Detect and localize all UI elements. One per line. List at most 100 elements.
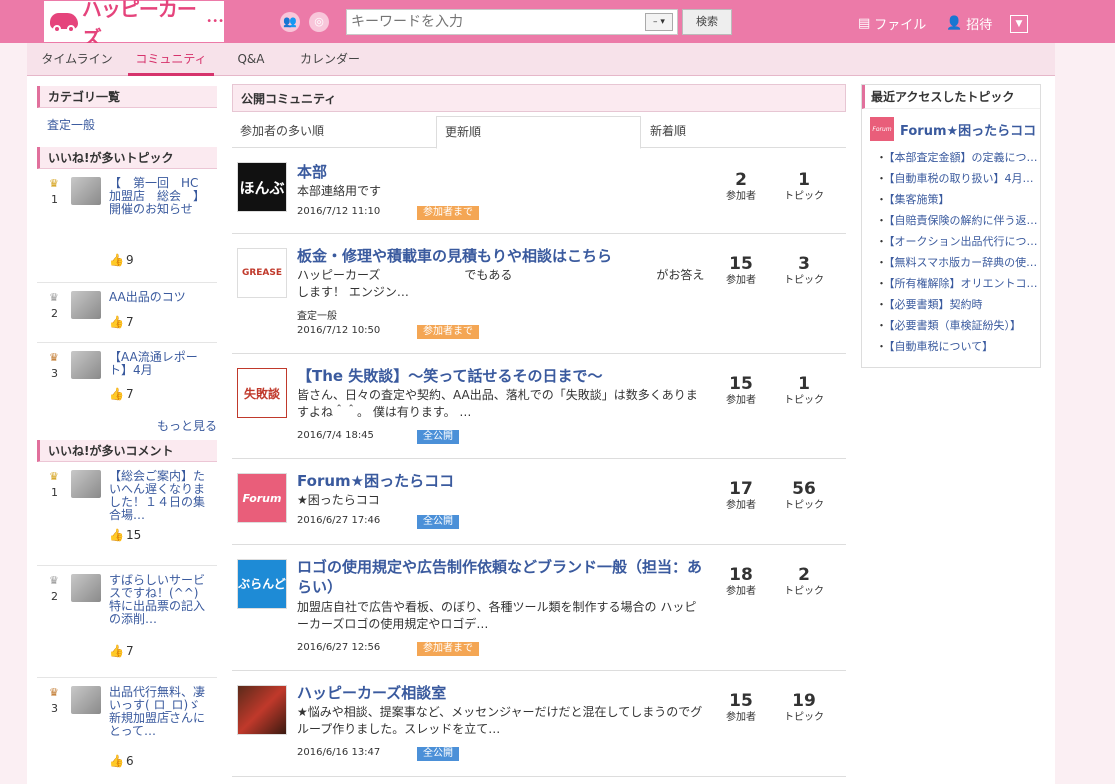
search-box: – ▾: [346, 9, 678, 35]
visibility-badge: 参加者まで: [417, 206, 479, 220]
recent-topic-link[interactable]: ・【オークション出品代行について】: [862, 231, 1040, 252]
search-scope-select[interactable]: – ▾: [645, 13, 673, 31]
file-label: ファイル: [874, 18, 927, 33]
community-desc: ハッピーカーズ でもある がお答えします！ エンジン…: [297, 268, 705, 299]
left-sidebar: カテゴリ一覧 査定一般 いいね!が多いトピック ♛ 1 【 第一回 HC加盟店 …: [37, 86, 217, 784]
top-comment-item[interactable]: ♛ 1 【総会ご案内】たいへん遅くなりました！１４日の集合場… 👍 15: [37, 462, 217, 566]
comment-title[interactable]: すばらしいサービスですね！(^^) 特に出品票の記入の添削…: [109, 574, 209, 626]
invite-link[interactable]: 👤 招待: [946, 14, 992, 33]
community-name[interactable]: ロゴの使用規定や広告制作依頼などブランド一般（担当：あらい）: [297, 557, 707, 597]
sort-tab-updated[interactable]: 更新順: [436, 116, 641, 149]
community-list-panel: 公開コミュニティ 参加者の多い順 更新順 新着順 ほんぶ 本部 本部連絡用です …: [232, 84, 846, 777]
logo-dots-icon: •••: [206, 16, 224, 27]
community-row[interactable]: ぶらんど ロゴの使用規定や広告制作依頼などブランド一般（担当：あらい） 加盟店自…: [232, 545, 846, 671]
file-icon: ▤: [858, 16, 871, 31]
like-count: 👍 9: [109, 253, 134, 267]
community-row[interactable]: ハッピーカーズ相談室 ★悩みや相談、提案事など、メッセンジャーだけだと混在してし…: [232, 671, 846, 777]
like-count: 👍 15: [109, 528, 142, 542]
member-count: 2 参加者: [726, 170, 756, 202]
globe-icon[interactable]: ◎: [309, 12, 329, 32]
avatar: [71, 177, 101, 205]
visibility-badge: 全公開: [417, 515, 459, 529]
gold-crown-icon: ♛: [49, 470, 59, 483]
comment-title[interactable]: 【総会ご案内】たいへん遅くなりました！１４日の集合場…: [109, 470, 209, 522]
community-thumbnail: ほんぶ: [237, 162, 287, 212]
silver-crown-icon: ♛: [49, 291, 59, 304]
top-topic-item[interactable]: ♛ 1 【 第一回 HC加盟店 総会 】 開催のお知らせ 👍 9: [37, 169, 217, 283]
community-name[interactable]: ハッピーカーズ相談室: [297, 683, 707, 703]
community-date: 2016/7/12 11:10: [297, 206, 381, 217]
visibility-badge: 参加者まで: [417, 642, 479, 656]
community-date: 2016/6/27 12:56: [297, 642, 381, 653]
topic-title[interactable]: 【AA流通レポート】4月: [109, 351, 209, 377]
community-row[interactable]: Forum Forum★困ったらココ ★困ったらココ 2016/6/27 17:…: [232, 459, 846, 545]
topic-title[interactable]: AA出品のコツ: [109, 291, 209, 304]
topic-count: 56 トピック: [784, 479, 824, 511]
community-desc: 加盟店自社で広告や看板、のぼり、各種ツール類を制作する場合の ハッピーカーズロゴ…: [297, 600, 697, 631]
recent-topic-link[interactable]: ・【自動車税の取り扱い】4月以降: [862, 168, 1040, 189]
community-heading: 公開コミュニティ: [232, 84, 846, 112]
recent-topic-link[interactable]: ・【必要書類（車検証紛失）】: [862, 315, 1040, 336]
top-comment-item[interactable]: ♛ 3 出品代行無料、凄いっす( ロ_ロ)ゞ 新規加盟店さんにとって… 👍 6: [37, 678, 217, 784]
community-date: 2016/6/16 13:47: [297, 747, 381, 758]
community-row[interactable]: 失敗談 【The 失敗談】～笑って話せるその日まで～ 皆さん、日々の査定や契約、…: [232, 354, 846, 459]
recent-topic-link[interactable]: ・【所有権解除】オリエントコーポ: [862, 273, 1040, 294]
people-icon[interactable]: 👥: [280, 12, 300, 32]
community-row[interactable]: GREASE 板金・修理や積載車の見積もりや相談はこちら ハッピーカーズ でもあ…: [232, 234, 846, 354]
sort-tab-newest[interactable]: 新着順: [642, 116, 694, 148]
community-desc: 皆さん、日々の査定や契約、AA出品、落札での「失敗談」は数多くありますよね＾＾。…: [297, 388, 698, 419]
search-button[interactable]: 検索: [682, 9, 732, 35]
member-count: 15 参加者: [726, 254, 756, 286]
recent-topic-link[interactable]: ・【無料スマホ版カー辞典の使い方】: [862, 252, 1040, 273]
top-topic-item[interactable]: ♛ 2 AA出品のコツ 👍 7: [37, 283, 217, 343]
search-input[interactable]: [347, 10, 637, 34]
like-count: 👍 7: [109, 315, 134, 329]
recent-community-link[interactable]: Forum Forum★困ったらココ: [870, 117, 1040, 141]
logo[interactable]: ハッピーカーズ •••: [44, 0, 224, 50]
community-name[interactable]: 【The 失敗談】～笑って話せるその日まで～: [297, 366, 707, 386]
tab-community[interactable]: コミュニティ: [128, 43, 214, 76]
rank-number: 2: [51, 307, 58, 320]
file-link[interactable]: ▤ ファイル: [858, 14, 926, 33]
rank-number: 2: [51, 590, 58, 603]
category-item[interactable]: 査定一般: [37, 108, 217, 147]
topic-count: 2 トピック: [784, 565, 824, 597]
recent-topic-link[interactable]: ・【自賠責保険の解約に伴う返戻金】: [862, 210, 1040, 231]
recent-community-name[interactable]: Forum★困ったらココ: [900, 120, 1036, 139]
community-thumbnail: 失敗談: [237, 368, 287, 418]
comment-title[interactable]: 出品代行無料、凄いっす( ロ_ロ)ゞ 新規加盟店さんにとって…: [109, 686, 209, 738]
rank-number: 3: [51, 367, 58, 380]
member-count: 15 参加者: [726, 374, 756, 406]
tab-timeline[interactable]: タイムライン: [35, 43, 119, 76]
community-desc: ★困ったらココ: [297, 493, 380, 507]
topic-title[interactable]: 【 第一回 HC加盟店 総会 】 開催のお知らせ: [109, 177, 211, 216]
tab-qa[interactable]: Q&A: [234, 43, 268, 76]
more-link[interactable]: もっと見る: [37, 409, 217, 440]
community-category: 査定一般: [297, 311, 337, 322]
rank-number: 3: [51, 702, 58, 715]
visibility-badge: 全公開: [417, 747, 459, 761]
topic-count: 3 トピック: [784, 254, 824, 286]
like-count: 👍 6: [109, 754, 134, 768]
community-name[interactable]: 板金・修理や積載車の見積もりや相談はこちら: [297, 246, 707, 266]
top-header: ハッピーカーズ ••• 👥 ◎ – ▾ 検索 ▤ ファイル 👤 招待 ▼: [0, 0, 1115, 50]
recent-topic-link[interactable]: ・【本部査定金額】の定義について: [862, 147, 1040, 168]
community-desc: 本部連絡用です: [297, 184, 382, 198]
visibility-badge: 全公開: [417, 430, 459, 444]
tab-calendar[interactable]: カレンダー: [295, 43, 365, 76]
menu-dropdown-icon[interactable]: ▼: [1010, 15, 1028, 33]
top-comment-item[interactable]: ♛ 2 すばらしいサービスですね！(^^) 特に出品票の記入の添削… 👍 7: [37, 566, 217, 678]
community-name[interactable]: Forum★困ったらココ: [297, 471, 707, 491]
community-row[interactable]: ほんぶ 本部 本部連絡用です 2016/7/12 11:10 参加者まで 2 参加…: [232, 148, 846, 234]
recent-topic-link[interactable]: ・【集客施策】: [862, 189, 1040, 210]
community-name[interactable]: 本部: [297, 162, 707, 182]
thumbs-up-icon: 👍: [109, 528, 124, 542]
car-logo-icon: [50, 11, 78, 33]
top-topic-item[interactable]: ♛ 3 【AA流通レポート】4月 👍 7: [37, 343, 217, 409]
recent-topic-link[interactable]: ・【必要書類】契約時: [862, 294, 1040, 315]
sort-tabs: 参加者の多い順 更新順 新着順: [232, 116, 846, 149]
top-comments-heading: いいね!が多いコメント: [37, 440, 217, 462]
sort-tab-most-members[interactable]: 参加者の多い順: [232, 116, 332, 148]
recent-topic-link[interactable]: ・【自動車税について】: [862, 336, 1040, 357]
bronze-crown-icon: ♛: [49, 351, 59, 364]
